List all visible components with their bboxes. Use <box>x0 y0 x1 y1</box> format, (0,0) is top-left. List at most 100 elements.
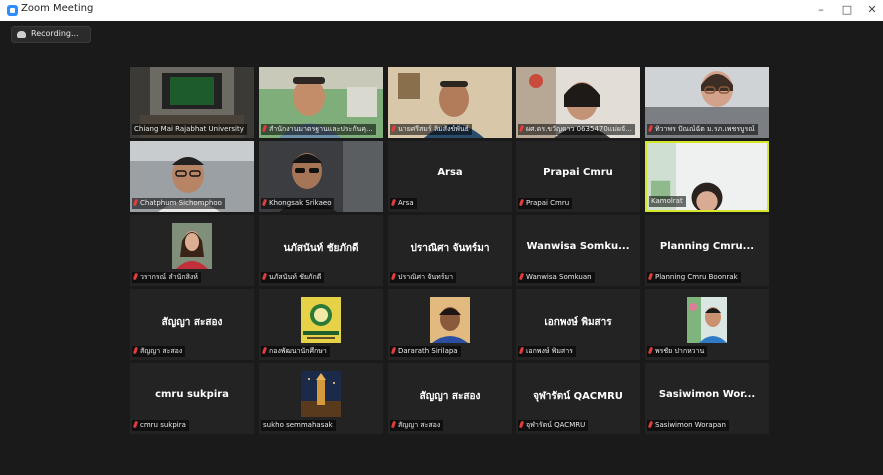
participant-tile[interactable]: Planning Cmru... Planning Cmru Boonrak <box>645 215 769 286</box>
muted-mic-icon <box>390 420 397 429</box>
participant-name-label: sukho semmahasak <box>261 420 336 431</box>
participant-tile[interactable]: ทิวาพร ปัณณ์ฉัต ม.รภ.เพชรบูรณ์ <box>645 67 769 138</box>
participant-name-label: นภัสนันท์ ชัยภักดี <box>261 272 325 283</box>
participant-name: cmru sukpira <box>140 421 186 429</box>
participant-tile[interactable]: Dararath Sirilapa <box>388 289 512 360</box>
title-bar: Zoom Meeting – □ ✕ <box>0 0 883 21</box>
participant-display-name: cmru sukpira <box>155 389 229 400</box>
cloud-record-icon <box>17 31 26 38</box>
participant-display-name: ปราณิศา จันทร์มา <box>410 243 490 254</box>
participant-name: สำนักงานมาตรฐานและประกันคุ... <box>269 125 373 133</box>
participant-tile[interactable]: Arsa Arsa <box>388 141 512 212</box>
participant-name-label: Wanwisa Somkuan <box>518 272 595 283</box>
participant-display-name: สัญญา สะสอง <box>419 391 481 402</box>
participant-tile[interactable]: Chiang Mai Rajabhat University <box>130 67 254 138</box>
participant-tile[interactable]: สัญญา สะสอง สัญญา สะสอง <box>130 289 254 360</box>
participant-tile[interactable]: Chatphum Sichomphoo <box>130 141 254 212</box>
meeting-area: Recording... Chiang Mai Rajabhat Univers… <box>0 21 883 475</box>
participant-tile[interactable]: cmru sukpira cmru sukpira <box>130 363 254 434</box>
muted-mic-icon <box>390 124 397 133</box>
participant-name: เอกพงษ์ พิมสาร <box>526 347 573 355</box>
muted-mic-icon <box>518 124 525 133</box>
participant-tile[interactable]: จุฬารัตน์ QACMRU จุฬารัตน์ QACMRU <box>516 363 640 434</box>
participant-name-label: สำนักงานมาตรฐานและประกันคุ... <box>261 124 376 135</box>
participant-tile[interactable]: Prapai Cmru Prapai Cmru <box>516 141 640 212</box>
participant-tile[interactable]: วรากรณ์ ลำนักสิงห์ <box>130 215 254 286</box>
minimize-button[interactable]: – <box>808 1 834 19</box>
muted-mic-icon <box>518 420 525 429</box>
participant-name-label: สัญญา สะสอง <box>390 420 444 431</box>
muted-mic-icon <box>132 272 139 281</box>
participant-tile[interactable]: นายศรีสมร์ ลิมสังข์พันธ์ <box>388 67 512 138</box>
muted-mic-icon <box>390 346 397 355</box>
recording-label: Recording... <box>31 29 79 38</box>
muted-mic-icon <box>132 198 139 207</box>
participant-name-label: cmru sukpira <box>132 420 189 431</box>
participant-name: วรากรณ์ ลำนักสิงห์ <box>140 273 198 281</box>
participant-name-label: จุฬารัตน์ QACMRU <box>518 420 589 431</box>
participant-name: ผศ.ดร.ขวัญดาว 0635470แม่ผจั... <box>526 125 632 133</box>
participant-name: Prapai Cmru <box>526 199 570 207</box>
participant-name-label: Khongsak Srikaeo <box>261 198 335 209</box>
participant-name-label: สัญญา สะสอง <box>132 346 186 357</box>
participant-avatar <box>301 371 341 417</box>
participant-name-label: เอกพงษ์ พิมสาร <box>518 346 576 357</box>
muted-mic-icon <box>518 346 525 355</box>
close-button[interactable]: ✕ <box>859 1 883 19</box>
participant-name-label: กองพัฒนานักศึกษา <box>261 346 330 357</box>
participant-name-label: Prapai Cmru <box>518 198 573 209</box>
participant-name: Dararath Sirilapa <box>398 347 458 355</box>
participant-tile[interactable]: Sasiwimon Wor... Sasiwimon Worapan <box>645 363 769 434</box>
participant-name: Chatphum Sichomphoo <box>140 199 222 207</box>
participant-name-label: Dararath Sirilapa <box>390 346 461 357</box>
participant-name-label: ปราณิศา จันทร์มา <box>390 272 457 283</box>
participant-avatar <box>687 297 727 343</box>
muted-mic-icon <box>390 198 397 207</box>
participant-name-label: พรชัย ปากหวาน <box>647 346 708 357</box>
muted-mic-icon <box>132 346 139 355</box>
participant-tile[interactable]: ปราณิศา จันทร์มา ปราณิศา จันทร์มา <box>388 215 512 286</box>
participant-tile[interactable]: สัญญา สะสอง สัญญา สะสอง <box>388 363 512 434</box>
participant-tile[interactable]: เอกพงษ์ พิมสาร เอกพงษ์ พิมสาร <box>516 289 640 360</box>
muted-mic-icon <box>261 124 268 133</box>
participant-name: นภัสนันท์ ชัยภักดี <box>269 273 322 281</box>
participant-avatar <box>172 223 212 269</box>
participant-tile[interactable]: สำนักงานมาตรฐานและประกันคุ... <box>259 67 383 138</box>
participant-avatar <box>301 297 341 343</box>
participant-name: จุฬารัตน์ QACMRU <box>526 421 586 429</box>
participant-name-label: Chiang Mai Rajabhat University <box>132 124 247 135</box>
participant-name: Kamolrat <box>651 197 683 205</box>
participant-tile[interactable]: sukho semmahasak <box>259 363 383 434</box>
participant-name: Wanwisa Somkuan <box>526 273 592 281</box>
participant-name: ทิวาพร ปัณณ์ฉัต ม.รภ.เพชรบูรณ์ <box>655 125 755 133</box>
maximize-button[interactable]: □ <box>834 1 860 19</box>
muted-mic-icon <box>518 198 525 207</box>
participant-tile[interactable]: ผศ.ดร.ขวัญดาว 0635470แม่ผจั... <box>516 67 640 138</box>
participant-tile[interactable]: Khongsak Srikaeo <box>259 141 383 212</box>
participant-tile[interactable]: นภัสนันท์ ชัยภักดี นภัสนันท์ ชัยภักดี <box>259 215 383 286</box>
participant-display-name: เอกพงษ์ พิมสาร <box>544 317 612 328</box>
participant-avatar <box>430 297 470 343</box>
participant-display-name: จุฬารัตน์ QACMRU <box>533 391 623 402</box>
participant-name-label: Arsa <box>390 198 417 209</box>
participant-name: นายศรีสมร์ ลิมสังข์พันธ์ <box>398 125 469 133</box>
participant-tile[interactable]: พรชัย ปากหวาน <box>645 289 769 360</box>
participant-name: ปราณิศา จันทร์มา <box>398 273 454 281</box>
participant-tile[interactable]: Wanwisa Somku... Wanwisa Somkuan <box>516 215 640 286</box>
participant-name-label: นายศรีสมร์ ลิมสังข์พันธ์ <box>390 124 472 135</box>
muted-mic-icon <box>390 272 397 281</box>
muted-mic-icon <box>647 420 654 429</box>
participant-name: Planning Cmru Boonrak <box>655 273 738 281</box>
participant-tile[interactable]: กองพัฒนานักศึกษา <box>259 289 383 360</box>
participant-tile[interactable]: Kamolrat <box>645 141 769 212</box>
recording-indicator[interactable]: Recording... <box>11 26 91 43</box>
participant-name: สัญญา สะสอง <box>140 347 183 355</box>
participant-display-name: Arsa <box>437 167 463 178</box>
participant-name-label: Sasiwimon Worapan <box>647 420 729 431</box>
muted-mic-icon <box>132 420 139 429</box>
participant-name: sukho semmahasak <box>263 421 333 429</box>
participant-name: Khongsak Srikaeo <box>269 199 332 207</box>
participant-name: Arsa <box>398 199 414 207</box>
muted-mic-icon <box>647 272 654 281</box>
participant-name-label: วรากรณ์ ลำนักสิงห์ <box>132 272 201 283</box>
